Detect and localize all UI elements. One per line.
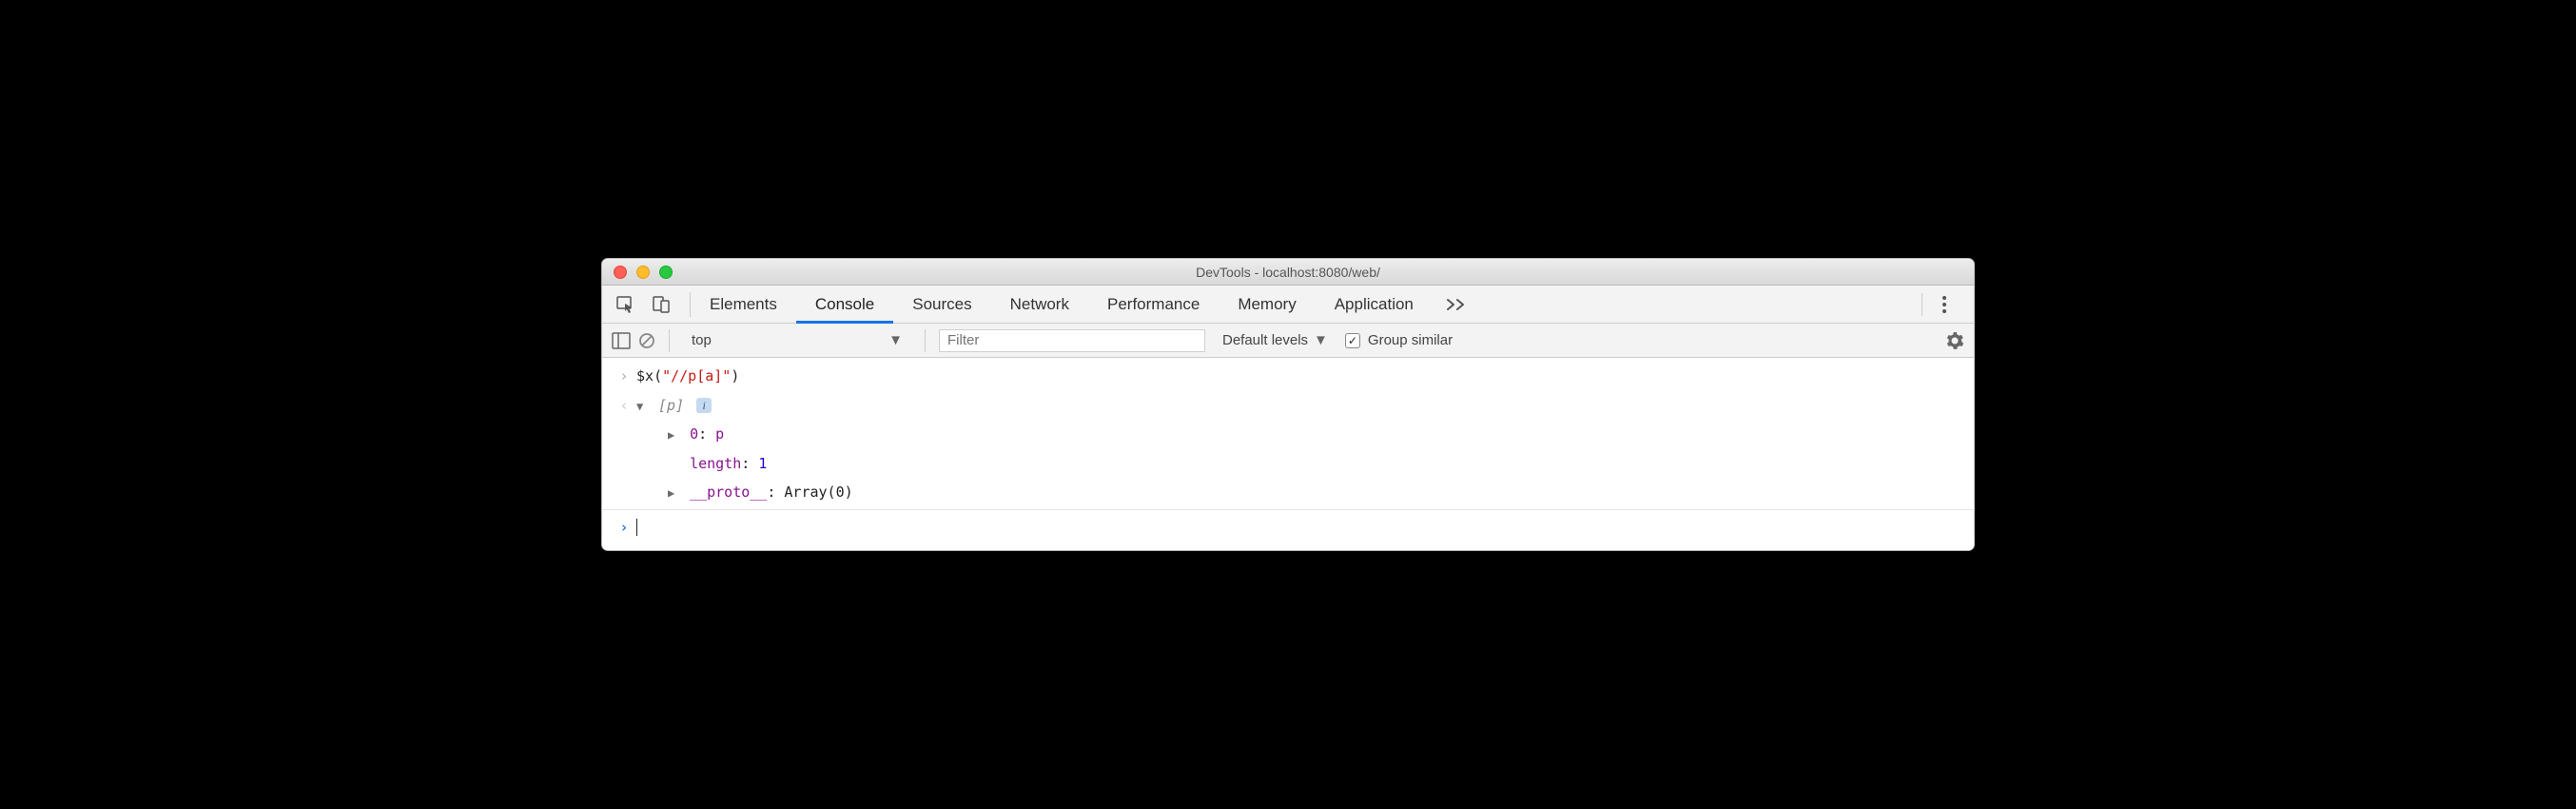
clear-console-icon[interactable] <box>638 332 655 349</box>
console-sidebar-toggle-icon[interactable] <box>612 332 631 349</box>
chevron-down-icon: ▼ <box>888 332 903 348</box>
console-body: › $x("//p[a]") ‹ ▼ [p] i ▶ 0: p <box>602 358 1974 550</box>
chevron-down-icon: ▼ <box>1314 332 1328 348</box>
console-input-row: › $x("//p[a]") <box>602 362 1974 391</box>
context-select[interactable]: top ▼ <box>683 328 911 353</box>
console-output-row[interactable]: ‹ ▼ [p] i <box>602 391 1974 421</box>
object-key: 0 <box>690 425 698 443</box>
context-select-value: top <box>692 332 712 348</box>
console-tree-row[interactable]: length: 1 <box>602 449 1974 479</box>
console-tree-row[interactable]: ▶ __proto__: Array(0) <box>602 478 1974 507</box>
console-tree-row[interactable]: ▶ 0: p <box>602 420 1974 449</box>
tab-sources[interactable]: Sources <box>893 286 990 324</box>
object-value: 1 <box>758 455 767 472</box>
titlebar: DevTools - localhost:8080/web/ <box>602 259 1974 286</box>
expand-arrow-icon[interactable]: ▶ <box>668 424 681 446</box>
object-key: length <box>690 455 741 472</box>
object-key: __proto__ <box>690 483 767 501</box>
separator <box>925 329 926 352</box>
object-value: p <box>715 425 724 443</box>
expand-arrow-icon[interactable]: ▶ <box>668 483 681 504</box>
info-icon[interactable]: i <box>696 398 712 413</box>
tab-elements[interactable]: Elements <box>691 286 796 324</box>
checkbox-icon: ✓ <box>1345 333 1360 348</box>
separator <box>669 329 670 352</box>
tab-memory[interactable]: Memory <box>1219 286 1315 324</box>
log-level-label: Default levels <box>1222 332 1308 348</box>
text-cursor <box>636 519 637 536</box>
code-token-fn: $x <box>636 367 654 385</box>
log-level-select[interactable]: Default levels ▼ <box>1213 332 1337 348</box>
output-indicator-icon: ‹ <box>614 392 634 420</box>
tab-network[interactable]: Network <box>991 286 1088 324</box>
settings-menu-icon[interactable] <box>1928 295 1961 314</box>
more-tabs-icon[interactable] <box>1433 298 1480 311</box>
code-token-string: "//p[a]" <box>662 367 731 385</box>
devtools-window: DevTools - localhost:8080/web/ Elements … <box>601 258 1975 551</box>
input-indicator-icon: › <box>614 363 634 390</box>
panel-tabbar: Elements Console Sources Network Perform… <box>602 286 1974 324</box>
result-summary: [p] <box>658 397 684 414</box>
console-input-echo: $x("//p[a]") <box>634 363 1962 390</box>
tab-console[interactable]: Console <box>796 286 893 324</box>
tabbar-left-icons <box>615 292 691 317</box>
object-value: Array(0) <box>784 483 852 501</box>
group-similar-label: Group similar <box>1368 332 1453 348</box>
filter-input[interactable] <box>939 329 1205 352</box>
console-prompt-row[interactable]: › <box>602 510 1974 551</box>
window-title: DevTools - localhost:8080/web/ <box>602 265 1974 280</box>
inspect-element-icon[interactable] <box>615 294 636 315</box>
console-toolbar: top ▼ Default levels ▼ ✓ Group similar <box>602 324 1974 358</box>
tab-performance[interactable]: Performance <box>1088 286 1219 324</box>
expand-arrow-icon[interactable]: ▼ <box>636 396 650 418</box>
device-toolbar-icon[interactable] <box>652 294 673 315</box>
gear-icon[interactable] <box>1945 331 1964 350</box>
prompt-indicator-icon: › <box>614 514 634 542</box>
tab-application[interactable]: Application <box>1316 286 1433 324</box>
group-similar-checkbox[interactable]: ✓ Group similar <box>1345 332 1453 348</box>
